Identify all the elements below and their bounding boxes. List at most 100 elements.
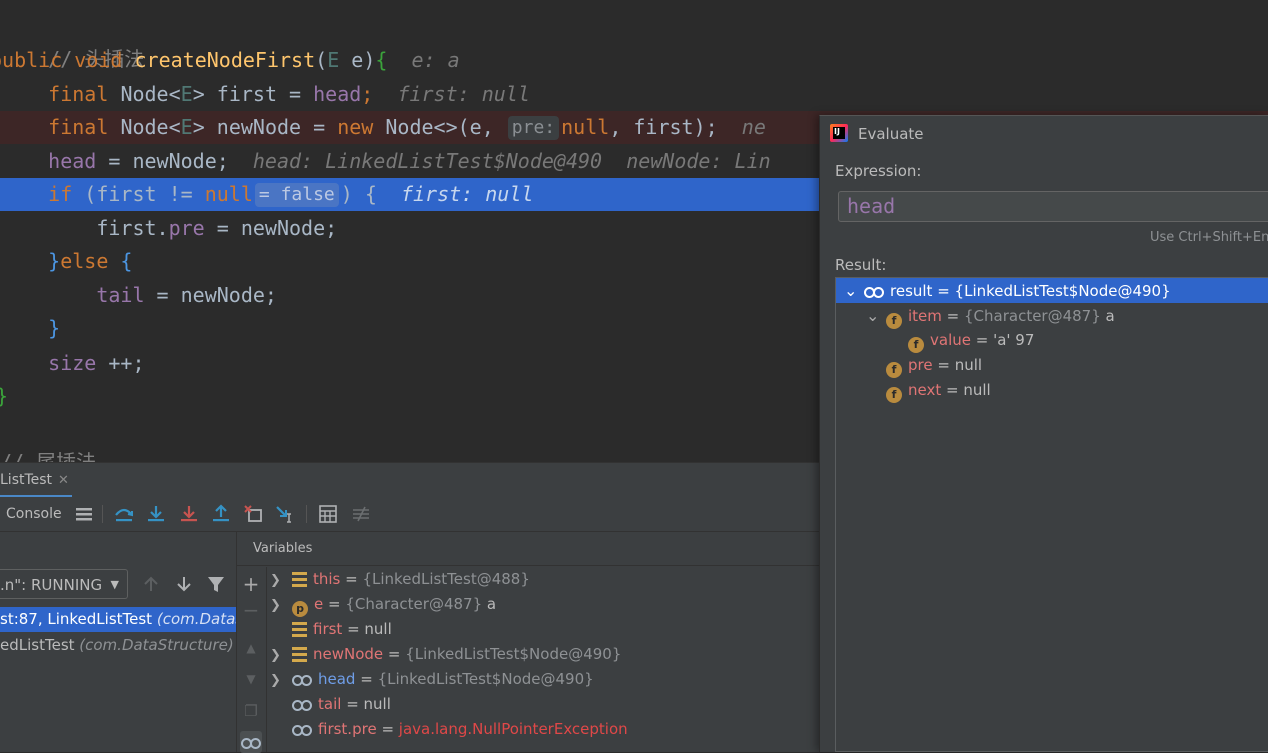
variable-row[interactable]: first.pre = java.lang.NullPointerExcepti… (270, 717, 628, 742)
step-over-icon[interactable] (113, 504, 135, 524)
chevron-down-icon[interactable]: ⌄ (844, 278, 864, 303)
equals-sign: = (376, 720, 399, 738)
debug-tool-window: ListTest ✕ Console .n": RUNNING ▼ st:87, … (0, 462, 820, 753)
equals-sign: = (932, 282, 955, 300)
result-tree-row[interactable]: f pre = null (836, 353, 1268, 378)
debug-tab-label: ListTest (0, 472, 53, 488)
method-name: createNodeFirst (134, 48, 316, 72)
force-step-into-icon[interactable] (178, 504, 200, 524)
variable-row[interactable]: ❯ this = {LinkedListTest@488} (270, 567, 530, 592)
code-keyword: null (204, 182, 253, 206)
code-keyword: null (561, 115, 610, 139)
console-tab[interactable]: Console (6, 497, 62, 531)
field-list-icon (292, 647, 307, 662)
copy-icon[interactable]: ❐ (240, 700, 262, 722)
step-into-icon[interactable] (145, 504, 167, 524)
var-type: {LinkedListTest$Node@490} (377, 670, 594, 688)
brace: { (108, 249, 133, 273)
code-text: , first); (609, 115, 718, 139)
debug-toolbar: Console (0, 497, 820, 532)
code-text: Node< (120, 115, 181, 139)
variables-side-toolbar: + − ▲ ▼ ❐ (237, 567, 267, 753)
trace-current-stream-icon[interactable] (350, 504, 372, 524)
dialog-title-bar[interactable]: IJ Evaluate (820, 116, 1268, 152)
result-tree-row[interactable]: f next = null (836, 378, 1268, 403)
result-root-row[interactable]: ⌄ result = {LinkedListTest$Node@490} (836, 278, 1268, 303)
var-value: a (1100, 307, 1115, 325)
code-keyword: final (48, 115, 109, 139)
chevron-right-icon[interactable]: ❯ (270, 568, 292, 593)
equals-sign: = (342, 620, 365, 638)
chevron-down-icon[interactable]: ⌄ (866, 303, 886, 328)
var-name: pre (908, 356, 933, 374)
inline-value-hint: first: null (397, 82, 530, 106)
watch-glasses-icon (292, 696, 312, 712)
result-tree-row[interactable]: f value = 'a' 97 (836, 328, 1268, 353)
type-param: E (180, 115, 193, 139)
var-value: java.lang.NullPointerException (398, 720, 628, 738)
close-icon[interactable]: ✕ (58, 473, 69, 488)
code-text: Node< (120, 82, 181, 106)
code-text: = newNode; (96, 149, 229, 173)
logo-text: IJ (834, 127, 840, 136)
debug-session-tab[interactable]: ListTest ✕ (0, 463, 69, 497)
field-list-icon (292, 622, 307, 637)
field-icon: f (886, 362, 902, 378)
equals-sign: = (341, 695, 364, 713)
var-name: newNode (313, 645, 384, 663)
var-value: 'a' 97 (993, 331, 1035, 349)
watch-glasses-icon (292, 671, 312, 687)
shortcut-hint: Use Ctrl+Shift+Ent (1150, 230, 1268, 245)
brace: } (48, 249, 61, 273)
intellij-logo-icon: IJ (830, 124, 848, 142)
variable-row[interactable]: first = null (270, 617, 392, 642)
minus-icon[interactable]: − (240, 599, 262, 621)
field-ref: head (48, 149, 97, 173)
equals-sign: = (323, 595, 346, 613)
expression-input[interactable]: head (838, 191, 1268, 222)
drop-frame-icon[interactable] (243, 504, 265, 524)
result-label-text: Result: (835, 256, 887, 274)
variable-row[interactable]: ❯ newNode = {LinkedListTest$Node@490} (270, 642, 621, 667)
code-text: (first != (72, 182, 205, 206)
run-to-cursor-icon[interactable] (275, 504, 297, 524)
equals-sign: = (941, 381, 964, 399)
step-out-icon[interactable] (210, 504, 232, 524)
code-line: final Node<E> first = head; first: null (48, 82, 530, 106)
variable-row[interactable]: tail = null (270, 692, 391, 717)
var-name: first (313, 620, 343, 638)
equals-sign: = (970, 331, 994, 349)
brace: } (0, 384, 8, 408)
var-type: {Character@487} (345, 595, 483, 613)
var-value: {LinkedListTest$Node@490} (954, 282, 1171, 300)
field-ref: size (48, 351, 97, 375)
var-name: next (908, 381, 942, 399)
field-icon: f (908, 337, 924, 353)
hamburger-icon[interactable] (73, 504, 95, 524)
code-text: > first = (192, 82, 314, 106)
variable-row[interactable]: ❯ head = {LinkedListTest$Node@490} (270, 667, 594, 692)
chevron-right-icon[interactable]: ❯ (270, 593, 292, 618)
var-type: {LinkedListTest@488} (362, 570, 530, 588)
code-text: = newNode; (144, 283, 277, 307)
chevron-right-icon[interactable]: ❯ (270, 643, 292, 668)
var-name: tail (318, 695, 342, 713)
variable-row[interactable]: ❯ p e = {Character@487} a (270, 592, 496, 617)
move-down-icon[interactable]: ▼ (240, 668, 262, 690)
variables-title: Variables (253, 541, 313, 556)
result-tree[interactable]: ⌄ result = {LinkedListTest$Node@490} ⌄ f ite… (835, 277, 1268, 752)
add-icon[interactable]: + (240, 573, 262, 595)
inline-value-hint: first: null (400, 182, 534, 206)
code-text: ) { (340, 182, 377, 206)
move-up-icon[interactable]: ▲ (240, 637, 262, 659)
evaluate-expression-icon[interactable] (317, 504, 339, 524)
var-name: head (318, 670, 356, 688)
toolbar-separator (102, 505, 103, 523)
var-value: null (364, 620, 392, 638)
watches-glasses-icon[interactable] (240, 731, 262, 753)
code-text: Node<>(e, (373, 115, 506, 139)
result-tree-row[interactable]: ⌄ f item = {Character@487} a (836, 303, 1268, 329)
equals-sign: = (941, 307, 964, 325)
expression-label: Expression: (835, 162, 922, 180)
chevron-right-icon[interactable]: ❯ (270, 668, 292, 693)
